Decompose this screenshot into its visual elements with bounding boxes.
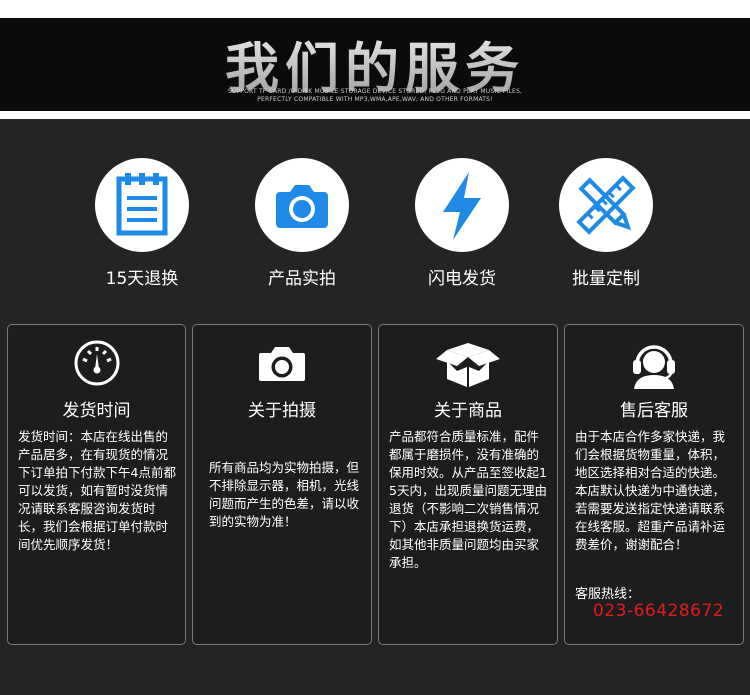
ruler-pencil-icon [576,175,636,235]
header-subtitle-line1: SUPPORT TF CARD /U DISK MOBILE STORAGE D… [227,88,523,95]
card-after-sales: 售后客服 由于本店合作多家快递，我们会根据货物重量，体积，地区选择相对合适的快递… [564,324,744,645]
feature-photo: 产品实拍 [252,158,352,289]
camera-icon [276,185,328,228]
feature-fast-ship-label: 闪电发货 [428,269,496,289]
feature-return-circle [95,158,189,252]
customer-service-icon [633,345,675,389]
card-shipping-time: 发货时间 发货时间：本店在线出售的产品居多，在有现货的情况下订单拍下付款下午4点… [7,324,186,645]
speedometer-icon [74,340,119,386]
hotline-label: 客服热线： [575,587,641,602]
camera-icon [259,347,305,381]
card-shipping-time-title: 发货时间 [62,401,131,421]
feature-fast-ship-circle [415,158,509,252]
feature-fast-ship: 闪电发货 [412,158,512,289]
card-products-title: 关于商品 [434,401,502,421]
header-divider [0,111,750,119]
feature-return: 15天退换 [92,158,192,289]
hotline-number[interactable]: 023-66428672 [593,601,724,621]
header-banner: 我们的服务 SUPPORT TF CARD /U DISK MOBILE STO… [0,18,750,111]
card-products-body: 产品都符合质量标准，配件都属于磨损件，没有准确的保用时效。从产品至签收起15天内… [389,429,547,570]
feature-return-label: 15天退换 [105,269,179,289]
clipboard-icon [116,173,168,236]
card-shipping-time-body: 发货时间：本店在线出售的产品居多，在有现货的情况下订单拍下付款下午4点前都可以发… [18,429,176,552]
card-photography-title: 关于拍摄 [248,401,316,421]
feature-photo-circle [255,158,349,252]
card-photography: 关于拍摄 所有商品均为实物拍摄，但不排除显示器，相机，光线问题而产生的色差，请以… [192,324,372,645]
header-subtitle-line2: PERFECTLY COMPATIBLE WITH MP3,WMA,APE,WA… [257,96,493,103]
package-icon [436,343,500,387]
card-after-sales-body: 由于本店合作多家快递，我们会根据货物重量，体积，地区选择相对合适的快递。本店默认… [575,429,726,552]
card-products: 关于商品 产品都符合质量标准，配件都属于磨损件，没有准确的保用时效。从产品至签收… [378,324,558,645]
feature-photo-label: 产品实拍 [268,269,336,289]
feature-custom-circle [559,158,653,252]
card-after-sales-title: 售后客服 [620,401,688,421]
top-white-strip [0,0,750,18]
lightning-icon [443,172,481,240]
feature-custom: 批量定制 [556,158,656,289]
card-photography-body: 所有商品均为实物拍摄，但不排除显示器，相机，光线问题而产生的色差，请以收到的实物… [209,460,360,529]
feature-custom-label: 批量定制 [572,269,640,289]
